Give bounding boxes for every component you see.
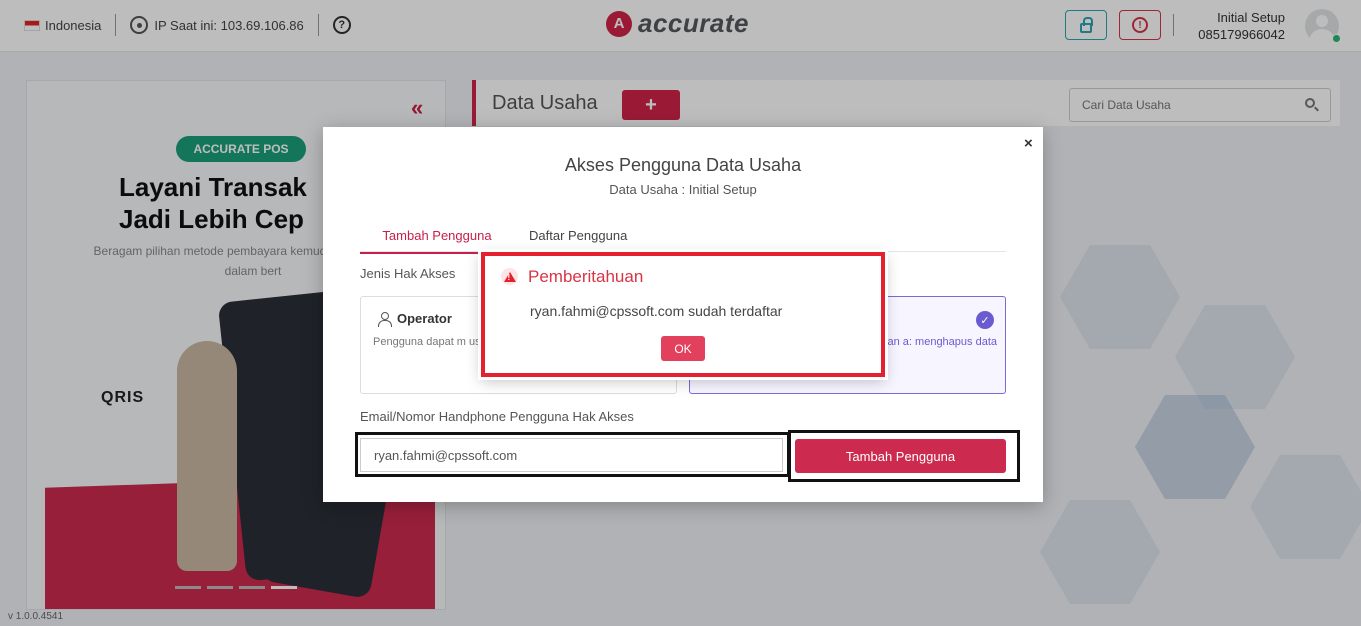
check-icon: ✓	[976, 311, 994, 329]
warning-icon	[501, 268, 518, 285]
email-field[interactable]	[360, 438, 783, 472]
user-icon	[377, 311, 392, 327]
ok-button[interactable]: OK	[661, 336, 705, 361]
modal-title: Akses Pengguna Data Usaha	[564, 155, 802, 175]
add-user-button[interactable]: Tambah Pengguna	[795, 439, 1006, 473]
access-type-label: Jenis Hak Akses	[360, 266, 456, 281]
role-name-label: Operator	[397, 311, 452, 326]
close-icon[interactable]: ×	[1024, 135, 1033, 152]
notification-message: ryan.fahmi@cpssoft.com sudah terdaftar	[530, 303, 783, 319]
notification-dialog: Pemberitahuan ryan.fahmi@cpssoft.com sud…	[481, 252, 885, 377]
email-field-label: Email/Nomor Handphone Pengguna Hak Akses	[360, 409, 634, 424]
role-title: Operator	[377, 311, 452, 327]
tab-daftar-pengguna[interactable]: Daftar Pengguna	[529, 228, 627, 243]
notification-title: Pemberitahuan	[528, 267, 644, 286]
modal-subtitle: Data Usaha : Initial Setup	[609, 182, 757, 197]
